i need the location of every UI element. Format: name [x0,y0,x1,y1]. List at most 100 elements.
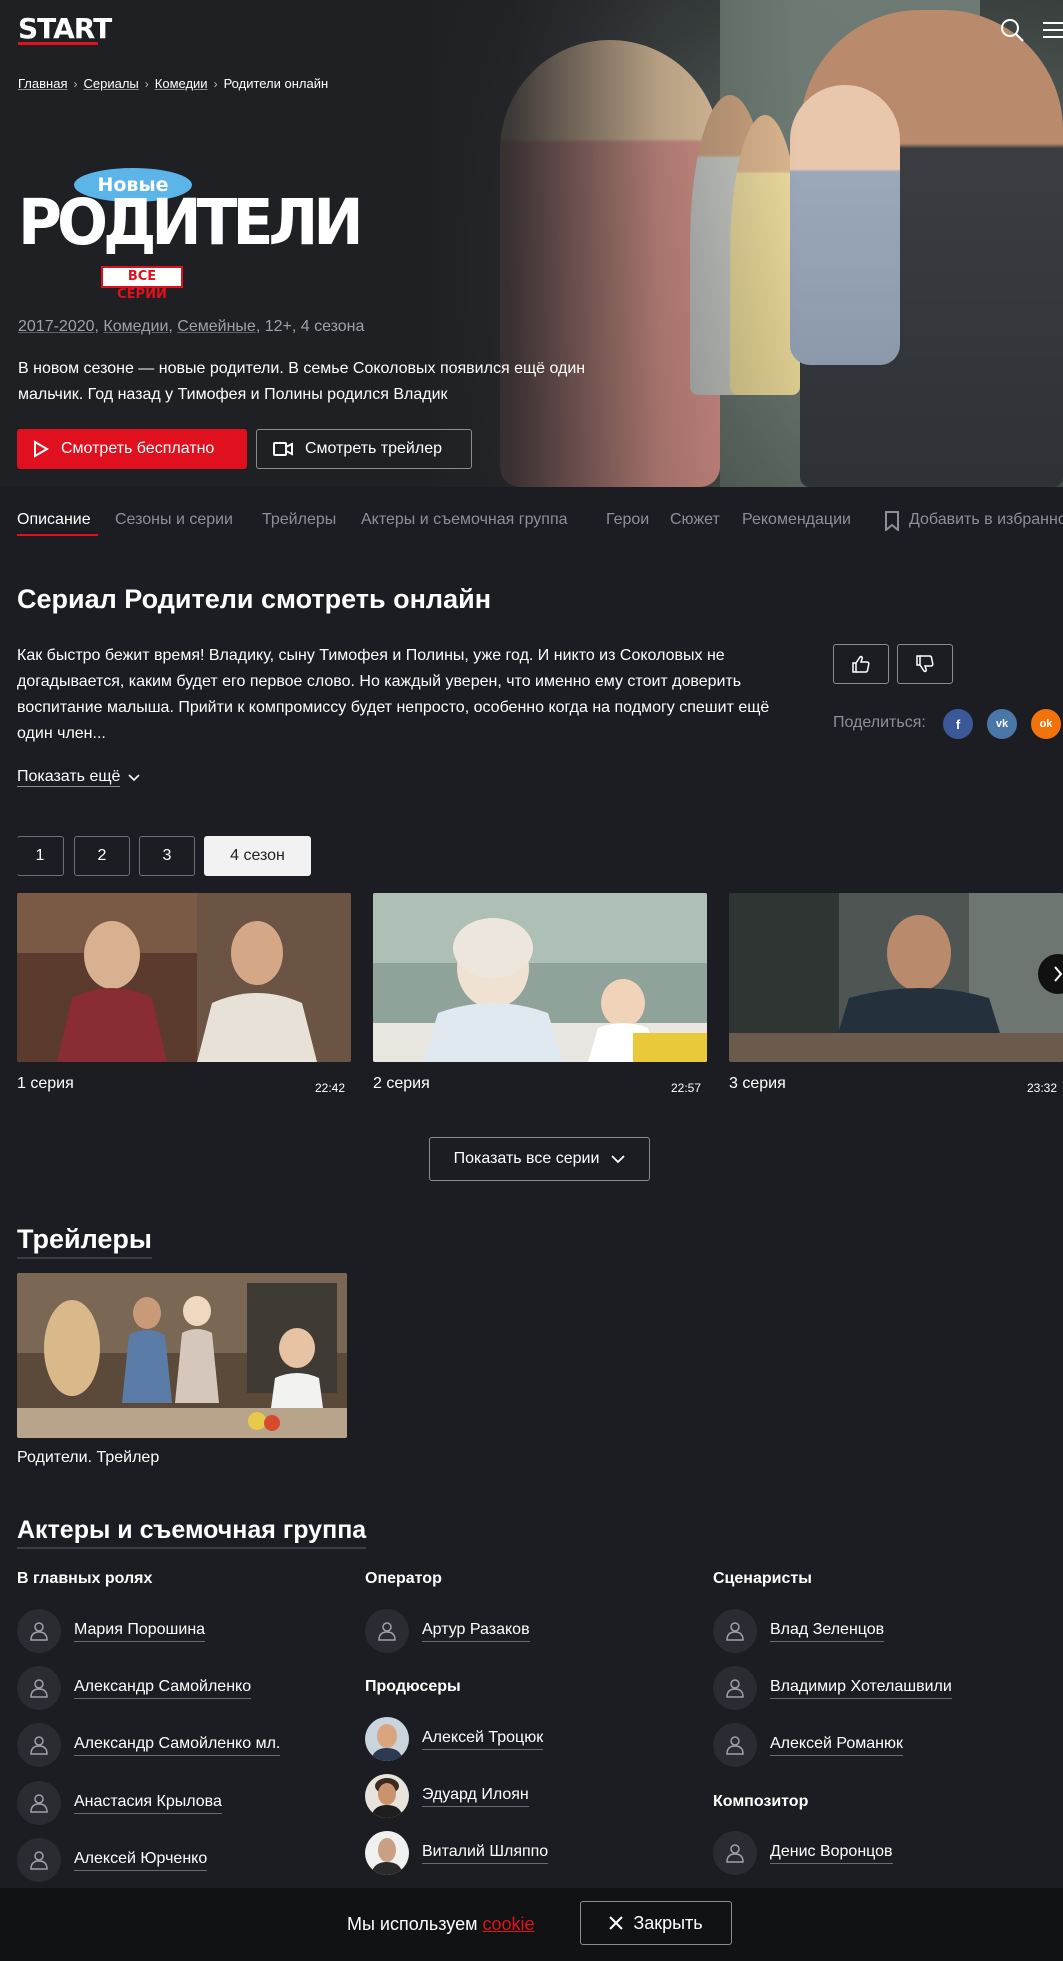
person-item[interactable]: Александр Самойленко мл. [17,1723,281,1767]
person-item[interactable]: Алексей Юрченко [17,1838,208,1882]
person-item[interactable]: Владимир Хотелашвили [713,1666,952,1710]
season-1-button[interactable]: 1 [17,836,64,876]
close-icon [609,1916,624,1930]
person-name: Денис Воронцов [770,1843,893,1864]
cookie-link[interactable]: cookie [482,1914,534,1934]
chevron-down-icon [611,1154,626,1163]
chevron-right-icon [1054,966,1063,982]
trailer-thumbnail[interactable] [17,1273,347,1438]
tab-add-favorite[interactable]: Добавить в избранное [909,511,1063,529]
person-name: Мария Порошина [74,1621,206,1642]
play-icon [34,440,49,458]
user-icon [30,1679,48,1698]
share-label: Поделиться: [833,714,926,731]
person-item[interactable]: Алексей Романюк [713,1723,903,1767]
person-item[interactable]: Влад Зеленцов [713,1609,885,1653]
watch-trailer-button[interactable]: Смотреть трейлер [256,429,472,469]
avatar-photo [365,1774,409,1818]
person-item[interactable]: Анастасия Крылова [17,1781,222,1825]
meta-genre-comedy[interactable]: Комедии [103,318,168,335]
episode-1-duration: 22:42 [315,1081,346,1095]
trailer-title[interactable]: Родители. Трейлер [17,1449,159,1467]
start-logo-underline [18,42,98,45]
user-icon [726,1679,744,1698]
season-3-button[interactable]: 3 [139,836,195,876]
person-item[interactable]: Виталий Шляппо [365,1831,549,1875]
chevron-right-icon: › [144,76,149,91]
show-more-button[interactable]: Показать ещё [17,768,140,787]
trailer-image [17,1273,347,1438]
chevron-right-icon: › [73,76,78,91]
producers-heading: Продюсеры [365,1678,461,1695]
share-vk-button[interactable]: vk [987,709,1017,739]
episode-2-title[interactable]: 2 серия [373,1075,430,1093]
user-icon [726,1736,744,1755]
cookie-close-button[interactable]: Закрыть [580,1901,732,1945]
cookie-message: Мы используем [347,1914,478,1934]
series-logo-title: РОДИТЕЛИ [18,186,364,260]
meta-genre-family[interactable]: Семейные [177,318,256,335]
user-icon [30,1794,48,1813]
tab-trailers[interactable]: Трейлеры [262,511,336,529]
show-all-episodes-button[interactable]: Показать все серии [429,1137,650,1181]
person-item[interactable]: Алексей Троцюк [365,1717,544,1761]
user-icon [726,1844,744,1863]
tab-description[interactable]: Описание [17,511,91,529]
bookmark-icon[interactable] [884,511,900,531]
season-2-button[interactable]: 2 [74,836,130,876]
watch-free-button[interactable]: Смотреть бесплатно [17,429,247,469]
tab-cast[interactable]: Актеры и съемочная группа [361,511,568,529]
episode-3-thumbnail[interactable] [729,893,1063,1062]
breadcrumb-series[interactable]: Сериалы [83,76,138,91]
share-ok-button[interactable]: ok [1031,709,1061,739]
episode-3-title[interactable]: 3 серия [729,1075,786,1093]
avatar [713,1831,757,1875]
writers-heading: Сценаристы [713,1570,812,1587]
breadcrumb-comedy[interactable]: Комедии [155,76,208,91]
episode-2-thumbnail[interactable] [373,893,707,1062]
cast-title: Актеры и съемочная группа [17,1516,367,1549]
show-more-label: Показать ещё [17,768,121,787]
tab-seasons[interactable]: Сезоны и серии [115,511,233,529]
tab-heroes[interactable]: Герои [606,511,649,529]
person-item[interactable]: Александр Самойленко [17,1666,252,1710]
person-name: Виталий Шляппо [422,1843,549,1864]
episode-2-duration: 22:57 [671,1081,702,1095]
avatar [17,1781,61,1825]
avatar-photo [365,1831,409,1875]
tab-recommendations[interactable]: Рекомендации [742,511,851,529]
producer-photo [365,1831,409,1875]
composer-heading: Композитор [713,1793,809,1810]
chevron-down-icon [128,773,140,781]
dislike-button[interactable] [897,644,953,684]
avatar [365,1609,409,1653]
person-name: Влад Зеленцов [770,1621,885,1642]
like-button[interactable] [833,644,889,684]
share-facebook-button[interactable]: f [943,709,973,739]
menu-icon[interactable] [1042,20,1063,40]
chevron-right-icon: › [213,76,218,91]
breadcrumb-home[interactable]: Главная [18,76,67,91]
show-all-episodes-label: Показать все серии [453,1150,600,1167]
episode-1-thumbnail[interactable] [17,893,351,1062]
person-item[interactable]: Артур Разаков [365,1609,530,1653]
episode-1-image [17,893,351,1062]
avatar [17,1609,61,1653]
breadcrumb-current: Родители онлайн [223,76,329,91]
episode-2-image [373,893,707,1062]
person-item[interactable]: Эдуард Илоян [365,1774,529,1818]
episode-1-title[interactable]: 1 серия [17,1075,74,1093]
search-icon[interactable] [1000,18,1024,42]
person-item[interactable]: Денис Воронцов [713,1831,893,1875]
person-item[interactable]: Мария Порошина [17,1609,206,1653]
tab-plot[interactable]: Сюжет [670,511,720,529]
start-logo[interactable]: START [18,12,112,45]
cookie-banner: Мы используем cookie Закрыть [0,1888,1063,1961]
meta-years[interactable]: 2017-2020 [18,318,95,335]
season-4-button[interactable]: 4 сезон [204,836,311,876]
avatar [17,1723,61,1767]
producer-photo [365,1717,409,1761]
facebook-icon: f [955,716,961,732]
person-name: Александр Самойленко [74,1678,252,1699]
section-tabs: Описание Сезоны и серии Трейлеры Актеры … [0,487,1063,557]
